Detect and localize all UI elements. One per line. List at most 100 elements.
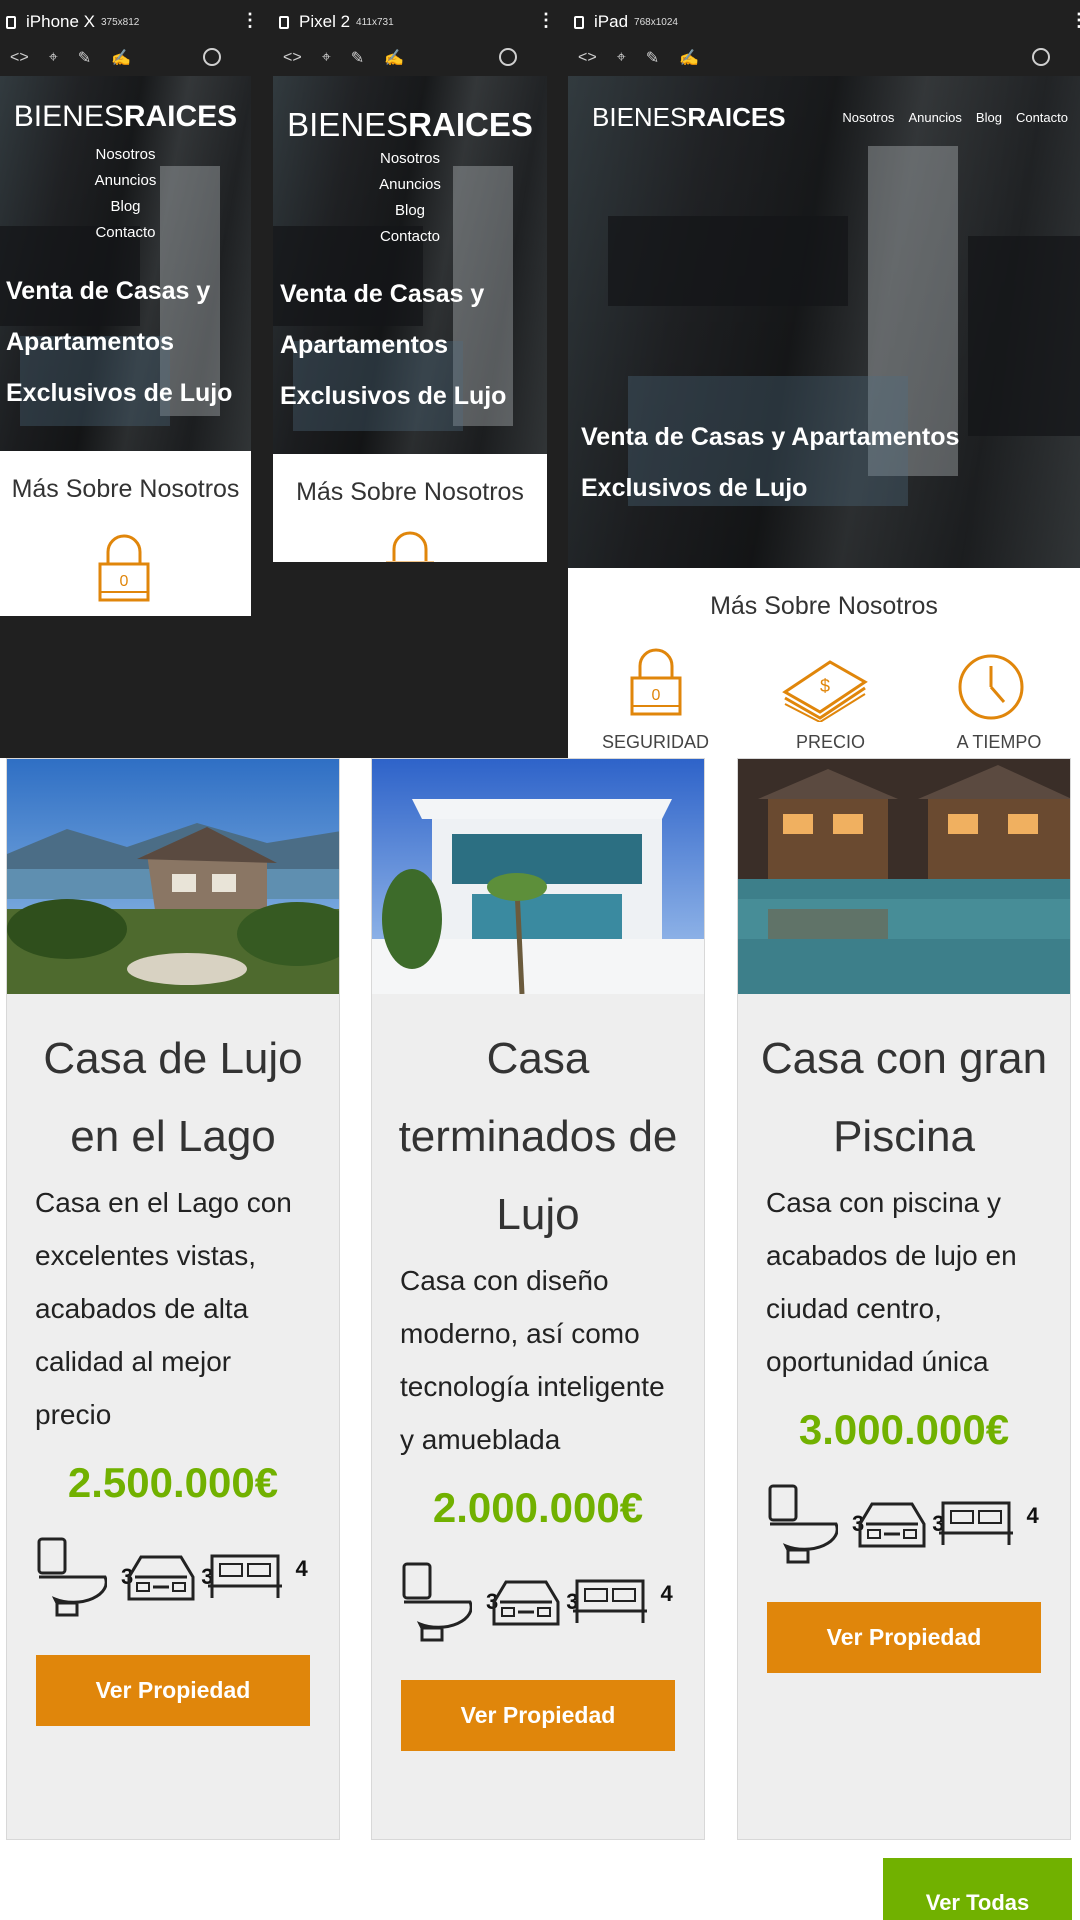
amenities-row: 3 3 4 — [738, 1482, 1070, 1566]
property-price: 2.000.000€ — [432, 1484, 644, 1531]
property-title: Casa de Lujo en el Lago — [43, 1034, 303, 1161]
code-icon[interactable]: <> — [10, 49, 29, 67]
more-options-icon[interactable]: ⋮ — [241, 10, 259, 31]
view-property-button[interactable]: Ver Propiedad — [401, 1680, 675, 1751]
nav-link-anuncios[interactable]: Anuncios — [273, 172, 547, 198]
nav-link-anuncios[interactable]: Anuncios — [0, 168, 251, 194]
device-header: Pixel 2 411x731 ⋮ — [273, 4, 555, 40]
edit-icon[interactable]: ✍ — [384, 48, 404, 68]
property-card: Casa de Lujo en el Lago Casa en el Lago … — [6, 758, 340, 1840]
device-name: iPhone X — [26, 12, 95, 31]
inspect-icon[interactable]: ⌖ — [617, 49, 626, 67]
device-size: 768x1024 — [634, 16, 678, 28]
code-icon[interactable]: <> — [283, 49, 302, 67]
bed-icon — [938, 1501, 1013, 1545]
toilet-icon — [37, 1537, 107, 1617]
view-property-button[interactable]: Ver Propiedad — [767, 1602, 1041, 1673]
more-options-icon[interactable]: ⋮ — [1070, 10, 1080, 31]
code-icon[interactable]: <> — [578, 49, 597, 67]
view-all-button[interactable]: Ver Todas — [883, 1858, 1072, 1920]
nav-link-blog[interactable]: Blog — [273, 198, 547, 224]
device-size: 375x812 — [101, 16, 140, 28]
car-icon — [492, 1580, 560, 1626]
rotate-icon[interactable] — [499, 48, 517, 66]
property-description: Casa en el Lago con excelentes vistas, a… — [35, 1187, 292, 1430]
rotate-icon[interactable] — [203, 48, 221, 66]
lock-icon: 0 — [630, 648, 682, 716]
rotate-icon[interactable] — [1032, 48, 1050, 66]
property-description: Casa con piscina y acabados de lujo en c… — [766, 1187, 1017, 1377]
hero-heading: Venta de Casas y Apartamentos Exclusivos… — [280, 280, 507, 410]
device-size: 411x731 — [356, 16, 394, 28]
hero: BIENESRAICES Nosotros Anuncios Blog Cont… — [568, 76, 1080, 568]
site-logo[interactable]: BIENESRAICES — [592, 102, 786, 133]
inspect-icon[interactable]: ⌖ — [322, 49, 331, 67]
property-title: Casa con gran Piscina — [760, 1034, 1048, 1161]
rooms-count: 4 — [295, 1556, 308, 1581]
nav-link-blog[interactable]: Blog — [976, 110, 1002, 125]
nav-link-anuncios[interactable]: Anuncios — [908, 110, 961, 125]
car-icon — [858, 1502, 926, 1548]
nav-link-nosotros[interactable]: Nosotros — [0, 142, 251, 168]
device-panel-iphone-x: iPhone X 375x812 ⋮ <> ⌖ ✎ ✍ BIENESRAICES… — [0, 4, 259, 616]
inspect-icon[interactable]: ⌖ — [49, 49, 58, 67]
nav-link-blog[interactable]: Blog — [0, 194, 251, 220]
nav-link-contacto[interactable]: Contacto — [0, 220, 251, 246]
hero: BIENESRAICES Nosotros Anuncios Blog Cont… — [0, 76, 251, 451]
device-panel-ipad: iPad 768x1024 ⋮ <> ⌖ ✎ ✍ BIENESRAICES No… — [568, 4, 1080, 758]
hero-heading: Venta de Casas y Apartamentos Exclusivos… — [6, 277, 233, 407]
property-photo — [738, 759, 1070, 994]
nav-link-nosotros[interactable]: Nosotros — [273, 146, 547, 172]
property-price: 3.000.000€ — [798, 1406, 1010, 1453]
feature-label: PRECIO — [795, 732, 865, 752]
rooms-count: 4 — [1026, 1503, 1039, 1528]
properties-section: Casa de Lujo en el Lago Casa en el Lago … — [0, 758, 1080, 1920]
hero-heading: Venta de Casas y Apartamentos Exclusivos… — [581, 423, 960, 502]
lock-icon: 0 — [98, 534, 150, 602]
phone-icon — [279, 15, 289, 29]
feature-label: SEGURIDAD — [601, 732, 709, 752]
features-row: SEGURIDAD PRECIO A TIEMPO — [568, 732, 1080, 753]
about-title: Más Sobre Nosotros — [710, 592, 938, 620]
brush-icon[interactable]: ✎ — [78, 48, 91, 68]
nav-link-contacto[interactable]: Contacto — [1016, 110, 1068, 125]
bed-icon — [207, 1554, 282, 1598]
svg-text:0: 0 — [652, 687, 661, 704]
site-preview: BIENESRAICES Nosotros Anuncios Blog Cont… — [568, 76, 1080, 758]
nav-link-contacto[interactable]: Contacto — [273, 224, 547, 250]
device-preview-area: iPhone X 375x812 ⋮ <> ⌖ ✎ ✍ BIENESRAICES… — [0, 0, 1080, 758]
main-nav: Nosotros Anuncios Blog Contacto — [0, 142, 251, 246]
hero: BIENESRAICES Nosotros Anuncios Blog Cont… — [273, 76, 547, 454]
device-name: iPad — [594, 12, 629, 31]
feature-label: A TIEMPO — [956, 732, 1042, 752]
site-preview: BIENESRAICES Nosotros Anuncios Blog Cont… — [273, 76, 547, 562]
about-title: Más Sobre Nosotros — [11, 475, 240, 503]
main-nav: Nosotros Anuncios Blog Contacto — [273, 146, 547, 250]
device-panel-pixel-2: Pixel 2 411x731 ⋮ <> ⌖ ✎ ✍ BIENESRAICES … — [273, 4, 555, 562]
toilet-icon — [768, 1484, 838, 1564]
amenities-row: 3 3 4 — [7, 1535, 339, 1619]
device-header: iPad 768x1024 ⋮ — [568, 4, 1080, 40]
amenities-row: 3 3 4 — [372, 1560, 704, 1644]
device-toolbar: <> ⌖ ✎ ✍ — [273, 40, 547, 76]
device-toolbar: <> ⌖ ✎ ✍ — [568, 40, 1080, 76]
device-header: iPhone X 375x812 ⋮ — [0, 4, 259, 40]
device-toolbar: <> ⌖ ✎ ✍ — [0, 40, 251, 76]
nav-link-nosotros[interactable]: Nosotros — [842, 110, 894, 125]
brush-icon[interactable]: ✎ — [646, 48, 659, 68]
more-options-icon[interactable]: ⋮ — [537, 10, 555, 31]
lock-icon — [386, 531, 434, 562]
view-property-button[interactable]: Ver Propiedad — [36, 1655, 310, 1726]
site-preview: BIENESRAICES Nosotros Anuncios Blog Cont… — [0, 76, 251, 616]
property-photo — [372, 759, 704, 994]
site-logo[interactable]: BIENESRAICES — [0, 100, 251, 134]
about-title: Más Sobre Nosotros — [296, 478, 524, 506]
property-price: 2.500.000€ — [67, 1459, 279, 1506]
bed-icon — [572, 1579, 647, 1623]
property-card: Casa terminados de Lujo Casa con diseño … — [371, 758, 705, 1840]
edit-icon[interactable]: ✍ — [679, 48, 699, 68]
edit-icon[interactable]: ✍ — [111, 48, 131, 68]
property-title: Casa terminados de Lujo — [398, 1034, 678, 1239]
brush-icon[interactable]: ✎ — [351, 48, 364, 68]
site-logo[interactable]: BIENESRAICES — [273, 106, 547, 144]
